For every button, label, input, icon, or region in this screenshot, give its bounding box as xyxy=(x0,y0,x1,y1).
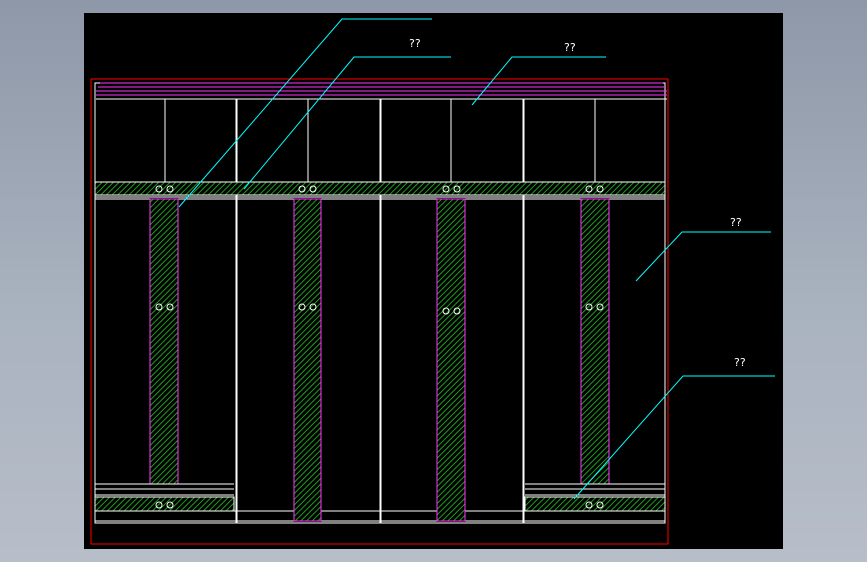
label-5: ?? xyxy=(734,356,746,369)
elevation-drawing: ?? ?? ?? ?? xyxy=(90,18,775,545)
cad-viewport[interactable]: ?? ?? ?? ?? xyxy=(84,13,783,549)
label-4: ?? xyxy=(730,216,742,229)
column-3 xyxy=(436,198,466,522)
leader-4 xyxy=(635,231,771,282)
column-2 xyxy=(293,198,322,522)
label-2: ?? xyxy=(409,37,421,50)
column-1 xyxy=(149,198,179,485)
horizontal-beam xyxy=(94,181,666,196)
leader-1 xyxy=(178,18,432,208)
top-cap xyxy=(96,82,667,100)
leader-3 xyxy=(471,56,606,106)
label-3: ?? xyxy=(564,41,576,54)
panel-lines xyxy=(95,99,665,523)
leader-2 xyxy=(243,56,451,190)
column-4 xyxy=(580,198,610,485)
